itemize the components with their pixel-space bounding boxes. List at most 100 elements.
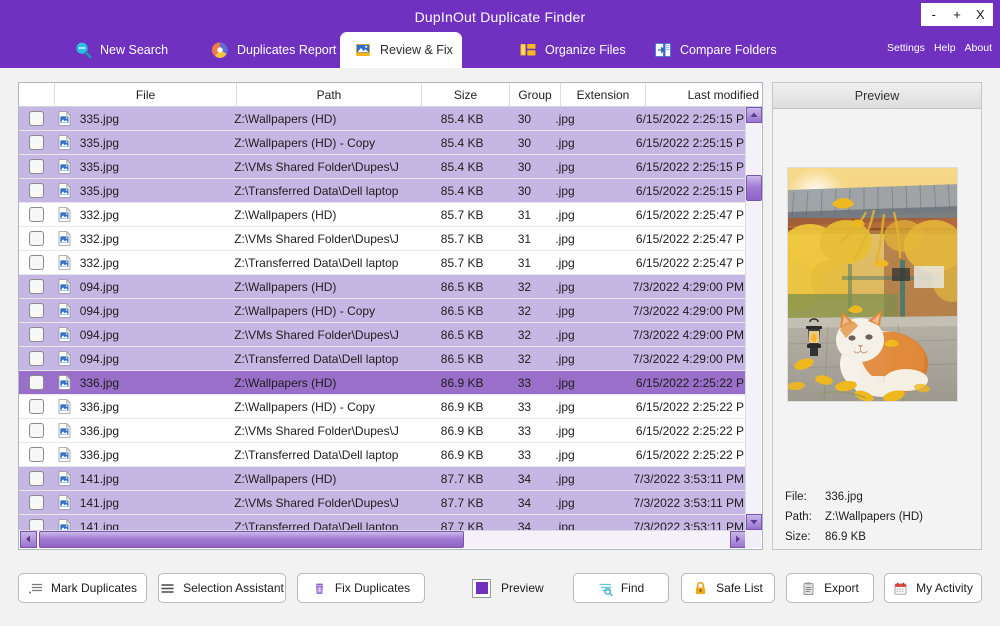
row-checkbox[interactable] <box>29 471 45 486</box>
find-button[interactable]: Find <box>573 573 669 603</box>
mark-duplicates-button[interactable]: Mark Duplicates <box>18 573 147 603</box>
row-checkbox[interactable] <box>29 279 45 294</box>
table-row[interactable]: 141.jpg Z:\Wallpapers (HD) 87.7 KB 34 .jpg 7/… <box>19 467 746 491</box>
tab-review-and-fix[interactable]: Review & Fix <box>340 32 462 68</box>
title-bar: DupInOut Duplicate Finder - + X New Sear… <box>0 0 1000 68</box>
cell-path: Z:\Transferred Data\Dell laptop <box>234 519 399 531</box>
column-header-group[interactable]: Group <box>510 83 561 106</box>
table-row[interactable]: 336.jpg Z:\VMs Shared Folder\Dupes\J 86.9 … <box>19 419 746 443</box>
table-row[interactable]: 335.jpg Z:\Wallpapers (HD) - Copy 85.4 KB 3… <box>19 131 746 155</box>
table-row[interactable]: 141.jpg Z:\Transferred Data\Dell laptop 87… <box>19 515 746 530</box>
cell-group: 34 <box>517 495 532 510</box>
cell-file: 141.jpg <box>79 471 120 486</box>
table-row[interactable]: 332.jpg Z:\Transferred Data\Dell laptop 85… <box>19 251 746 275</box>
export-button[interactable]: Export <box>786 573 874 603</box>
cell-group: 32 <box>517 303 532 318</box>
file-type-icon <box>54 399 76 414</box>
scroll-left-arrow[interactable] <box>20 531 37 548</box>
cell-size: 86.5 KB <box>440 351 484 366</box>
horizontal-scrollbar[interactable] <box>20 530 747 548</box>
row-checkbox[interactable] <box>29 303 45 318</box>
preview-image[interactable] <box>787 167 958 402</box>
maximize-button[interactable]: + <box>945 4 969 25</box>
cell-file: 094.jpg <box>79 303 120 318</box>
row-checkbox[interactable] <box>29 183 45 198</box>
row-checkbox[interactable] <box>29 519 45 530</box>
selection-assistant-button[interactable]: Selection Assistant <box>158 573 286 603</box>
cell-size: 86.9 KB <box>440 423 484 438</box>
cell-extension: .jpg <box>555 447 575 462</box>
row-checkbox[interactable] <box>29 327 45 342</box>
table-body: 335.jpg Z:\Wallpapers (HD) 85.4 KB 30 .jpg 6/… <box>19 107 746 530</box>
row-checkbox[interactable] <box>29 231 45 246</box>
table-row[interactable]: 332.jpg Z:\VMs Shared Folder\Dupes\J 85.7 … <box>19 227 746 251</box>
column-header-file[interactable]: File <box>55 83 237 106</box>
table-row[interactable]: 336.jpg Z:\Transferred Data\Dell laptop 86… <box>19 443 746 467</box>
cell-file: 332.jpg <box>79 207 120 222</box>
row-checkbox[interactable] <box>29 351 45 366</box>
table-row[interactable]: 094.jpg Z:\Transferred Data\Dell laptop 86… <box>19 347 746 371</box>
cell-extension: .jpg <box>555 159 575 174</box>
button-label: Safe List <box>716 581 763 595</box>
table-row[interactable]: 335.jpg Z:\Wallpapers (HD) 85.4 KB 30 .jpg 6/… <box>19 107 746 131</box>
row-checkbox[interactable] <box>29 255 45 270</box>
tab-duplicates-report[interactable]: Duplicates Report <box>197 32 350 68</box>
horizontal-scroll-thumb[interactable] <box>39 531 464 548</box>
table-row[interactable]: 094.jpg Z:\Wallpapers (HD) 86.5 KB 32 .jpg 7/… <box>19 275 746 299</box>
table-row[interactable]: 335.jpg Z:\Transferred Data\Dell laptop 85… <box>19 179 746 203</box>
row-checkbox-cell <box>19 423 54 438</box>
cell-group: 33 <box>517 399 532 414</box>
preview-toggle[interactable]: Preview <box>472 573 544 603</box>
tab-new-search[interactable]: New Search <box>60 32 182 68</box>
column-header-extension[interactable]: Extension <box>561 83 646 106</box>
row-checkbox[interactable] <box>29 495 45 510</box>
row-checkbox[interactable] <box>29 399 45 414</box>
column-header-last-modified[interactable]: Last modified <box>646 83 762 106</box>
row-checkbox[interactable] <box>29 159 45 174</box>
tab-compare-folders[interactable]: Compare Folders <box>640 32 791 68</box>
calendar-icon <box>893 581 908 596</box>
fix-duplicates-button[interactable]: Fix Duplicates <box>297 573 425 603</box>
preview-checkbox[interactable] <box>472 578 491 598</box>
cell-group: 31 <box>517 231 532 246</box>
table-row[interactable]: 332.jpg Z:\Wallpapers (HD) 85.7 KB 31 .jpg 6/… <box>19 203 746 227</box>
table-row[interactable]: 141.jpg Z:\VMs Shared Folder\Dupes\J 87.7 … <box>19 491 746 515</box>
cell-file: 141.jpg <box>79 519 120 531</box>
table-row[interactable]: 335.jpg Z:\VMs Shared Folder\Dupes\J 85.4 … <box>19 155 746 179</box>
cell-extension: .jpg <box>555 519 575 531</box>
settings-link[interactable]: Settings <box>887 42 925 54</box>
row-checkbox[interactable] <box>29 207 45 222</box>
row-checkbox[interactable] <box>29 375 45 390</box>
table-row[interactable]: 094.jpg Z:\Wallpapers (HD) - Copy 86.5 KB 3… <box>19 299 746 323</box>
my-activity-button[interactable]: My Activity <box>884 573 982 603</box>
cell-group: 31 <box>517 207 532 222</box>
table-row[interactable]: 336.jpg Z:\Wallpapers (HD) 86.9 KB 33 .jpg 6/… <box>19 371 746 395</box>
close-button[interactable]: X <box>968 4 992 25</box>
tab-organize-files[interactable]: Organize Files <box>505 32 640 68</box>
scroll-down-arrow[interactable] <box>746 514 762 530</box>
table-row[interactable]: 336.jpg Z:\Wallpapers (HD) - Copy 86.9 KB 3… <box>19 395 746 419</box>
cell-group: 34 <box>517 471 532 486</box>
vertical-scroll-thumb[interactable] <box>746 175 762 201</box>
safe-list-button[interactable]: Safe List <box>681 573 775 603</box>
row-checkbox[interactable] <box>29 135 45 150</box>
vertical-scrollbar[interactable] <box>745 107 762 530</box>
column-header-select[interactable] <box>19 83 55 106</box>
preview-file-info: File: 336.jpg Path: Z:\Wallpapers (HD) S… <box>785 487 975 547</box>
row-checkbox[interactable] <box>29 447 45 462</box>
cell-size: 85.7 KB <box>440 231 484 246</box>
file-type-icon <box>54 303 76 318</box>
scroll-up-arrow[interactable] <box>746 107 762 123</box>
scrollbar-corner <box>745 530 761 548</box>
help-link[interactable]: Help <box>934 42 956 54</box>
row-checkbox-cell <box>19 447 54 462</box>
about-link[interactable]: About <box>965 42 992 54</box>
column-header-path[interactable]: Path <box>237 83 422 106</box>
column-header-size[interactable]: Size <box>422 83 510 106</box>
cell-path: Z:\Wallpapers (HD) <box>234 111 337 126</box>
row-checkbox[interactable] <box>29 423 45 438</box>
cell-last-modified: 7/3/2022 3:53:11 PM <box>633 471 744 486</box>
table-row[interactable]: 094.jpg Z:\VMs Shared Folder\Dupes\J 86.5 … <box>19 323 746 347</box>
minimize-button[interactable]: - <box>922 4 946 25</box>
row-checkbox[interactable] <box>29 111 45 126</box>
